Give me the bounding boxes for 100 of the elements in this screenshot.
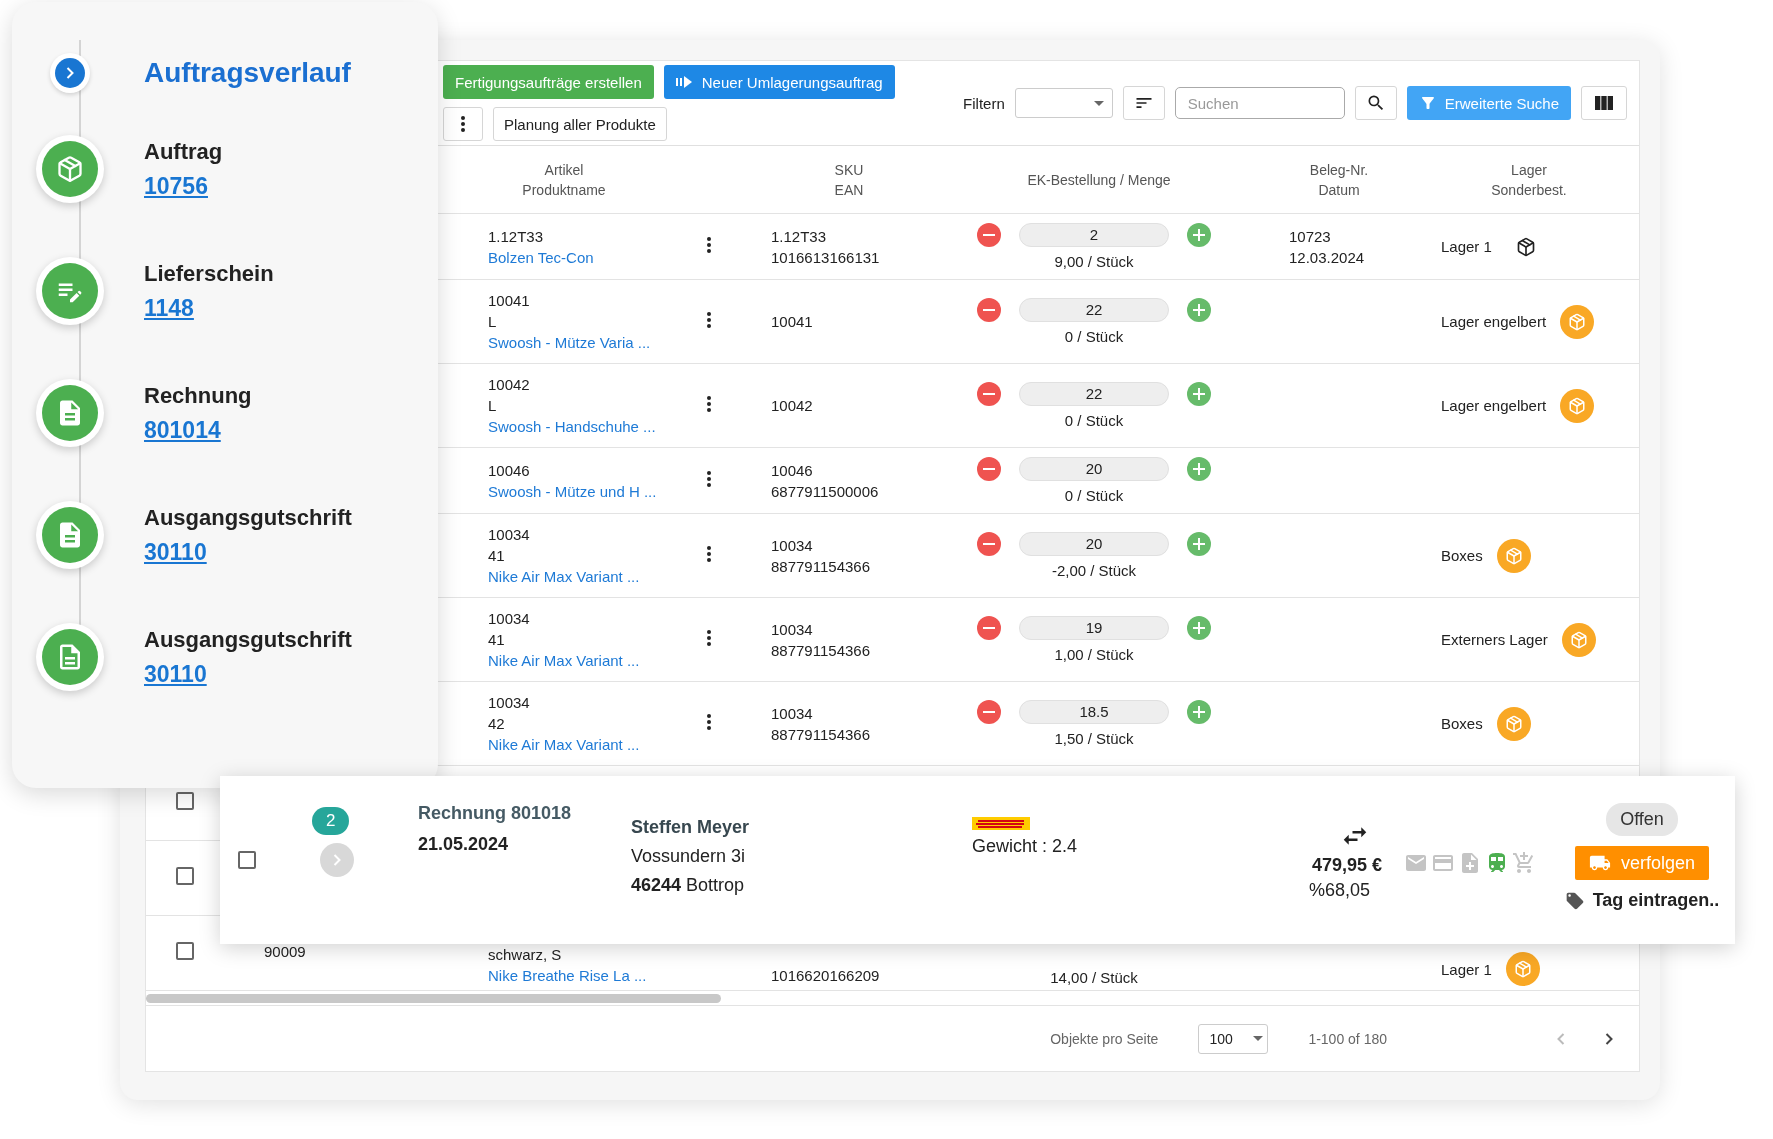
document-link[interactable]: 30110 (144, 538, 352, 566)
row-checkbox[interactable] (176, 942, 194, 960)
article-text: schwarz, S (488, 945, 563, 965)
warehouse-text: Externers Lager (1441, 631, 1548, 648)
article-text: 1.12T33 (488, 226, 545, 247)
product-link[interactable]: Swoosh - Handschuhe ... (488, 416, 689, 437)
warehouse-text: Lager engelbert (1441, 397, 1547, 414)
tag-link[interactable]: Tag eintragen.. (1592, 890, 1720, 911)
quantity-field[interactable]: 20 (1019, 532, 1169, 556)
plus-icon (1193, 304, 1205, 316)
box-icon[interactable] (1515, 236, 1536, 257)
plus-icon (1193, 622, 1205, 634)
action-button[interactable]: Neuer Umlagerungsauftrag (663, 65, 895, 99)
advanced-search-button[interactable]: Erweiterte Suche (1406, 86, 1571, 120)
row-checkbox[interactable] (176, 867, 194, 885)
timeline-label: Ausgangsgutschrift (144, 626, 352, 653)
chevron-right-icon (333, 854, 341, 866)
column-header: Artikel Produktname (521, 160, 607, 200)
article-text: 10034 (488, 609, 531, 629)
customer-name: Steffen Meyer (631, 817, 750, 838)
more-icon[interactable] (707, 395, 711, 412)
plus-icon (1193, 538, 1205, 550)
price-text: 0 / Stück (1064, 412, 1124, 429)
tag-icon (1564, 890, 1585, 911)
product-link[interactable]: Swoosh - Mütze und H ... (488, 480, 689, 502)
increase-button[interactable] (1187, 223, 1211, 247)
article-text: L (488, 312, 498, 332)
column-header: SKU EAN (833, 160, 865, 200)
minus-icon (983, 468, 995, 470)
increase-button[interactable] (1187, 298, 1211, 322)
planning-button[interactable]: Planung aller Produkte (493, 107, 667, 141)
more-icon[interactable] (707, 545, 711, 562)
decrease-button[interactable] (977, 223, 1001, 247)
sort-button[interactable] (1122, 86, 1165, 120)
minus-icon (983, 393, 995, 395)
row-checkbox[interactable] (176, 792, 194, 810)
document-link[interactable]: 801014 (144, 416, 252, 444)
product-link[interactable]: Nike Breathe Rise La ... (488, 965, 689, 986)
box-icon (56, 155, 84, 183)
more-icon[interactable] (707, 713, 711, 730)
document-link[interactable]: 1148 (144, 294, 274, 322)
sku-text: 10042 (771, 396, 814, 416)
chevron-right-icon (1605, 1032, 1613, 1045)
product-link[interactable]: Bolzen Tec-Con (488, 246, 689, 268)
more-icon[interactable] (707, 470, 711, 487)
action-button[interactable]: Fertigungsaufträge erstellen (443, 65, 654, 99)
decrease-button[interactable] (977, 457, 1001, 481)
chevron-left-icon (1557, 1032, 1565, 1045)
increase-button[interactable] (1187, 532, 1211, 556)
document-link[interactable]: 10756 (144, 172, 223, 200)
decrease-button[interactable] (977, 382, 1001, 406)
increase-button[interactable] (1187, 382, 1211, 406)
more-icon[interactable] (707, 311, 711, 328)
increase-button[interactable] (1187, 700, 1211, 724)
per-page-select[interactable]: 100 (1198, 1023, 1269, 1054)
product-link[interactable]: Nike Air Max Variant ... (488, 566, 689, 587)
decrease-button[interactable] (977, 700, 1001, 724)
product-link[interactable]: Swoosh - Mütze Varia ... (488, 332, 689, 353)
weight-text: Gewicht : 2.4 (972, 836, 1078, 857)
plus-icon (1193, 706, 1205, 718)
columns-button[interactable] (1581, 86, 1627, 120)
column-header: EK-Bestellung / Menge (1026, 170, 1172, 190)
customer-street: Vossundern 3i (631, 846, 746, 867)
document-link[interactable]: 30110 (144, 660, 352, 688)
track-button[interactable]: verfolgen (1574, 846, 1710, 880)
minus-icon (983, 627, 995, 629)
quantity-field[interactable]: 22 (1019, 382, 1169, 406)
sku-text: 10046 (771, 460, 814, 481)
product-link[interactable]: Nike Air Max Variant ... (488, 734, 689, 755)
quantity-field[interactable]: 22 (1019, 298, 1169, 322)
more-icon[interactable] (707, 236, 711, 253)
price-text: 0 / Stück (1064, 328, 1124, 345)
increase-button[interactable] (1187, 457, 1211, 481)
horizontal-scrollbar[interactable] (146, 994, 721, 1003)
decrease-button[interactable] (977, 616, 1001, 640)
price-text: 14,00 / Stück (1050, 969, 1138, 986)
increase-button[interactable] (1187, 616, 1211, 640)
product-link[interactable]: Nike Air Max Variant ... (488, 650, 689, 671)
price-text: -2,00 / Stück (1051, 562, 1137, 579)
next-page-button[interactable] (1605, 1032, 1613, 1045)
price-text: 1,50 / Stück (1054, 730, 1134, 747)
more-button[interactable] (443, 107, 483, 141)
chevron-right-icon (66, 67, 74, 79)
decrease-button[interactable] (977, 532, 1001, 556)
decrease-button[interactable] (977, 298, 1001, 322)
price-text: 9,00 / Stück (1054, 253, 1134, 270)
quantity-field[interactable]: 19 (1019, 616, 1169, 640)
order-checkbox[interactable] (238, 851, 256, 869)
document-date: 21.05.2024 (418, 834, 509, 855)
timeline-title: Auftragsverlauf (144, 57, 351, 89)
article-text: 10046 (488, 460, 531, 481)
quantity-field[interactable]: 18.5 (1019, 700, 1169, 724)
expand-button[interactable] (50, 53, 90, 93)
article-text: 10042 (488, 375, 531, 395)
search-field[interactable]: Suchen (1174, 87, 1345, 119)
search-button[interactable] (1354, 86, 1397, 120)
more-icon[interactable] (707, 629, 711, 646)
quantity-field[interactable]: 2 (1019, 223, 1169, 247)
article-text: 10034 (488, 525, 531, 545)
quantity-field[interactable]: 20 (1019, 457, 1169, 481)
